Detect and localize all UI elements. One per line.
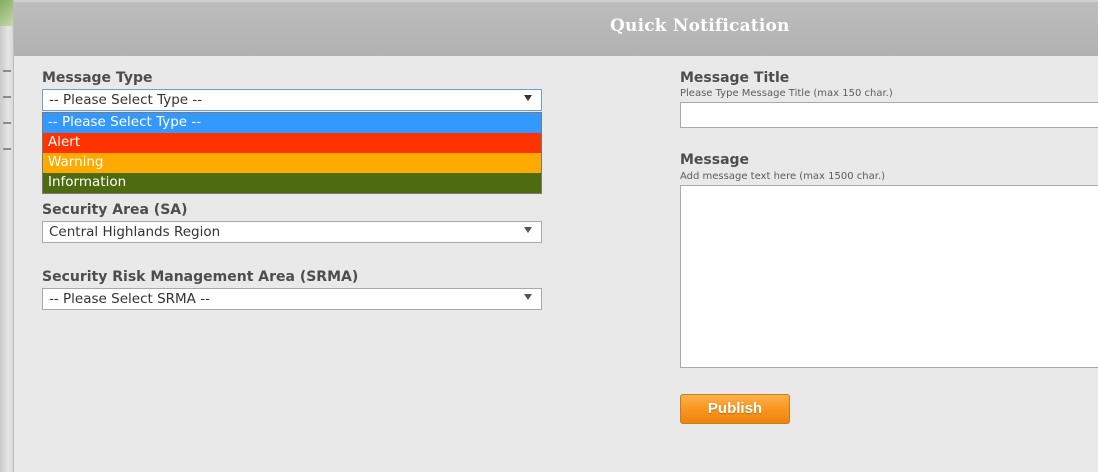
panel-title: Quick Notification [610,16,790,36]
chevron-down-icon [524,227,532,233]
background-mark [3,148,11,150]
message-title-label: Message Title [680,70,790,86]
chevron-down-icon [524,95,532,101]
message-textarea[interactable] [680,185,1098,368]
background-mark [3,96,11,98]
message-type-label: Message Type [42,70,153,86]
option-information[interactable]: Information [43,173,541,193]
chevron-down-icon [524,294,532,300]
background-strip [0,0,14,472]
message-title-hint: Please Type Message Title (max 150 char.… [680,88,893,99]
option-alert[interactable]: Alert [43,133,541,153]
message-hint: Add message text here (max 1500 char.) [680,171,886,182]
message-type-dropdown-list: -- Please Select Type -- Alert Warning I… [42,112,542,194]
security-area-select[interactable]: Central Highlands Region [42,221,542,243]
srma-label: Security Risk Management Area (SRMA) [42,269,359,285]
publish-button[interactable]: Publish [680,394,790,424]
message-type-select[interactable]: -- Please Select Type -- [42,89,542,111]
security-area-label: Security Area (SA) [42,202,188,218]
security-area-selected-value: Central Highlands Region [49,224,221,240]
srma-select[interactable]: -- Please Select SRMA -- [42,288,542,310]
quick-notification-panel: Quick Notification Message Type -- Pleas… [13,0,1098,472]
background-mark [3,70,11,72]
option-please-select-type[interactable]: -- Please Select Type -- [43,113,541,133]
message-label: Message [680,152,750,168]
srma-selected-value: -- Please Select SRMA -- [49,291,210,307]
message-title-input[interactable] [680,102,1098,128]
panel-header: Quick Notification [14,0,1098,56]
message-type-selected-value: -- Please Select Type -- [49,92,203,108]
option-warning[interactable]: Warning [43,153,541,173]
background-image-fragment [0,0,14,26]
background-mark [3,122,11,124]
